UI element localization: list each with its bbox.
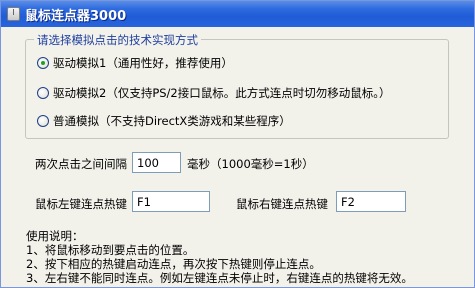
- title-bar[interactable]: 鼠标连点器3000: [1, 1, 474, 27]
- usage-line: 3、左右键不能同时连点。例如左键连点未停止时，右键连点的热键将无效。: [26, 271, 413, 285]
- interval-label: 两次点击之间间隔: [35, 156, 127, 172]
- radio-button-checked[interactable]: [37, 57, 49, 69]
- click-method-group: 请选择模拟点击的技术实现方式 驱动模拟1（通用性好，推荐使用） 驱动模拟2（仅支…: [25, 39, 449, 139]
- left-hotkey-label: 鼠标左键连点热键: [35, 196, 127, 212]
- radio-label: 驱动模拟1（通用性好，推荐使用）: [53, 55, 233, 71]
- window-title: 鼠标连点器3000: [25, 5, 126, 24]
- radio-label: 驱动模拟2（仅支持PS/2接口鼠标。此方式连点时切勿移动鼠标。）: [53, 85, 391, 101]
- radio-normal-sim[interactable]: 普通模拟（不支持DirectX类游戏和某些程序）: [37, 113, 291, 129]
- radio-driver-sim-2[interactable]: 驱动模拟2（仅支持PS/2接口鼠标。此方式连点时切勿移动鼠标。）: [37, 85, 391, 101]
- usage-line: 1、将鼠标移动到要点击的位置。: [26, 243, 413, 257]
- interval-input[interactable]: [132, 152, 181, 173]
- usage-instructions: 使用说明： 1、将鼠标移动到要点击的位置。 2、按下相应的热键启动连点，再次按下…: [26, 229, 413, 285]
- right-hotkey-label: 鼠标右键连点热键: [236, 196, 328, 212]
- radio-button[interactable]: [37, 87, 49, 99]
- right-hotkey-input[interactable]: [336, 191, 406, 212]
- radio-driver-sim-1[interactable]: 驱动模拟1（通用性好，推荐使用）: [37, 55, 233, 71]
- usage-line: 2、按下相应的热键启动连点，再次按下热键则停止连点。: [26, 257, 413, 271]
- radio-label: 普通模拟（不支持DirectX类游戏和某些程序）: [53, 113, 291, 129]
- app-window: 鼠标连点器3000 请选择模拟点击的技术实现方式 驱动模拟1（通用性好，推荐使用…: [0, 0, 475, 288]
- radio-button[interactable]: [37, 115, 49, 127]
- mouse-icon: [7, 7, 20, 21]
- interval-unit-label: 毫秒（1000毫秒=1秒）: [187, 156, 314, 172]
- left-hotkey-input[interactable]: [132, 191, 210, 212]
- usage-title: 使用说明：: [26, 229, 413, 243]
- click-method-legend: 请选择模拟点击的技术实现方式: [34, 32, 201, 48]
